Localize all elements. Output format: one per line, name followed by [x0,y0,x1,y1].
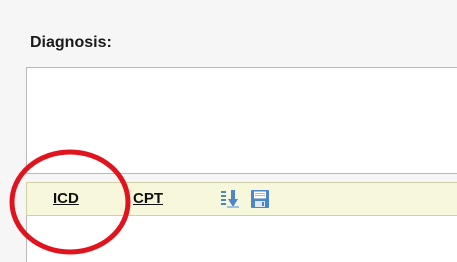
save-disk-icon[interactable] [250,189,270,209]
diagnosis-panel: Diagnosis: ICD CPT [0,0,457,262]
lower-area [26,216,457,262]
diagnosis-textarea[interactable] [26,67,457,174]
cpt-link[interactable]: CPT [133,190,163,207]
diagnosis-label: Diagnosis: [30,34,112,51]
icd-link[interactable]: ICD [53,190,79,207]
insert-list-icon[interactable] [220,189,240,209]
code-toolbar: ICD CPT [26,182,457,216]
